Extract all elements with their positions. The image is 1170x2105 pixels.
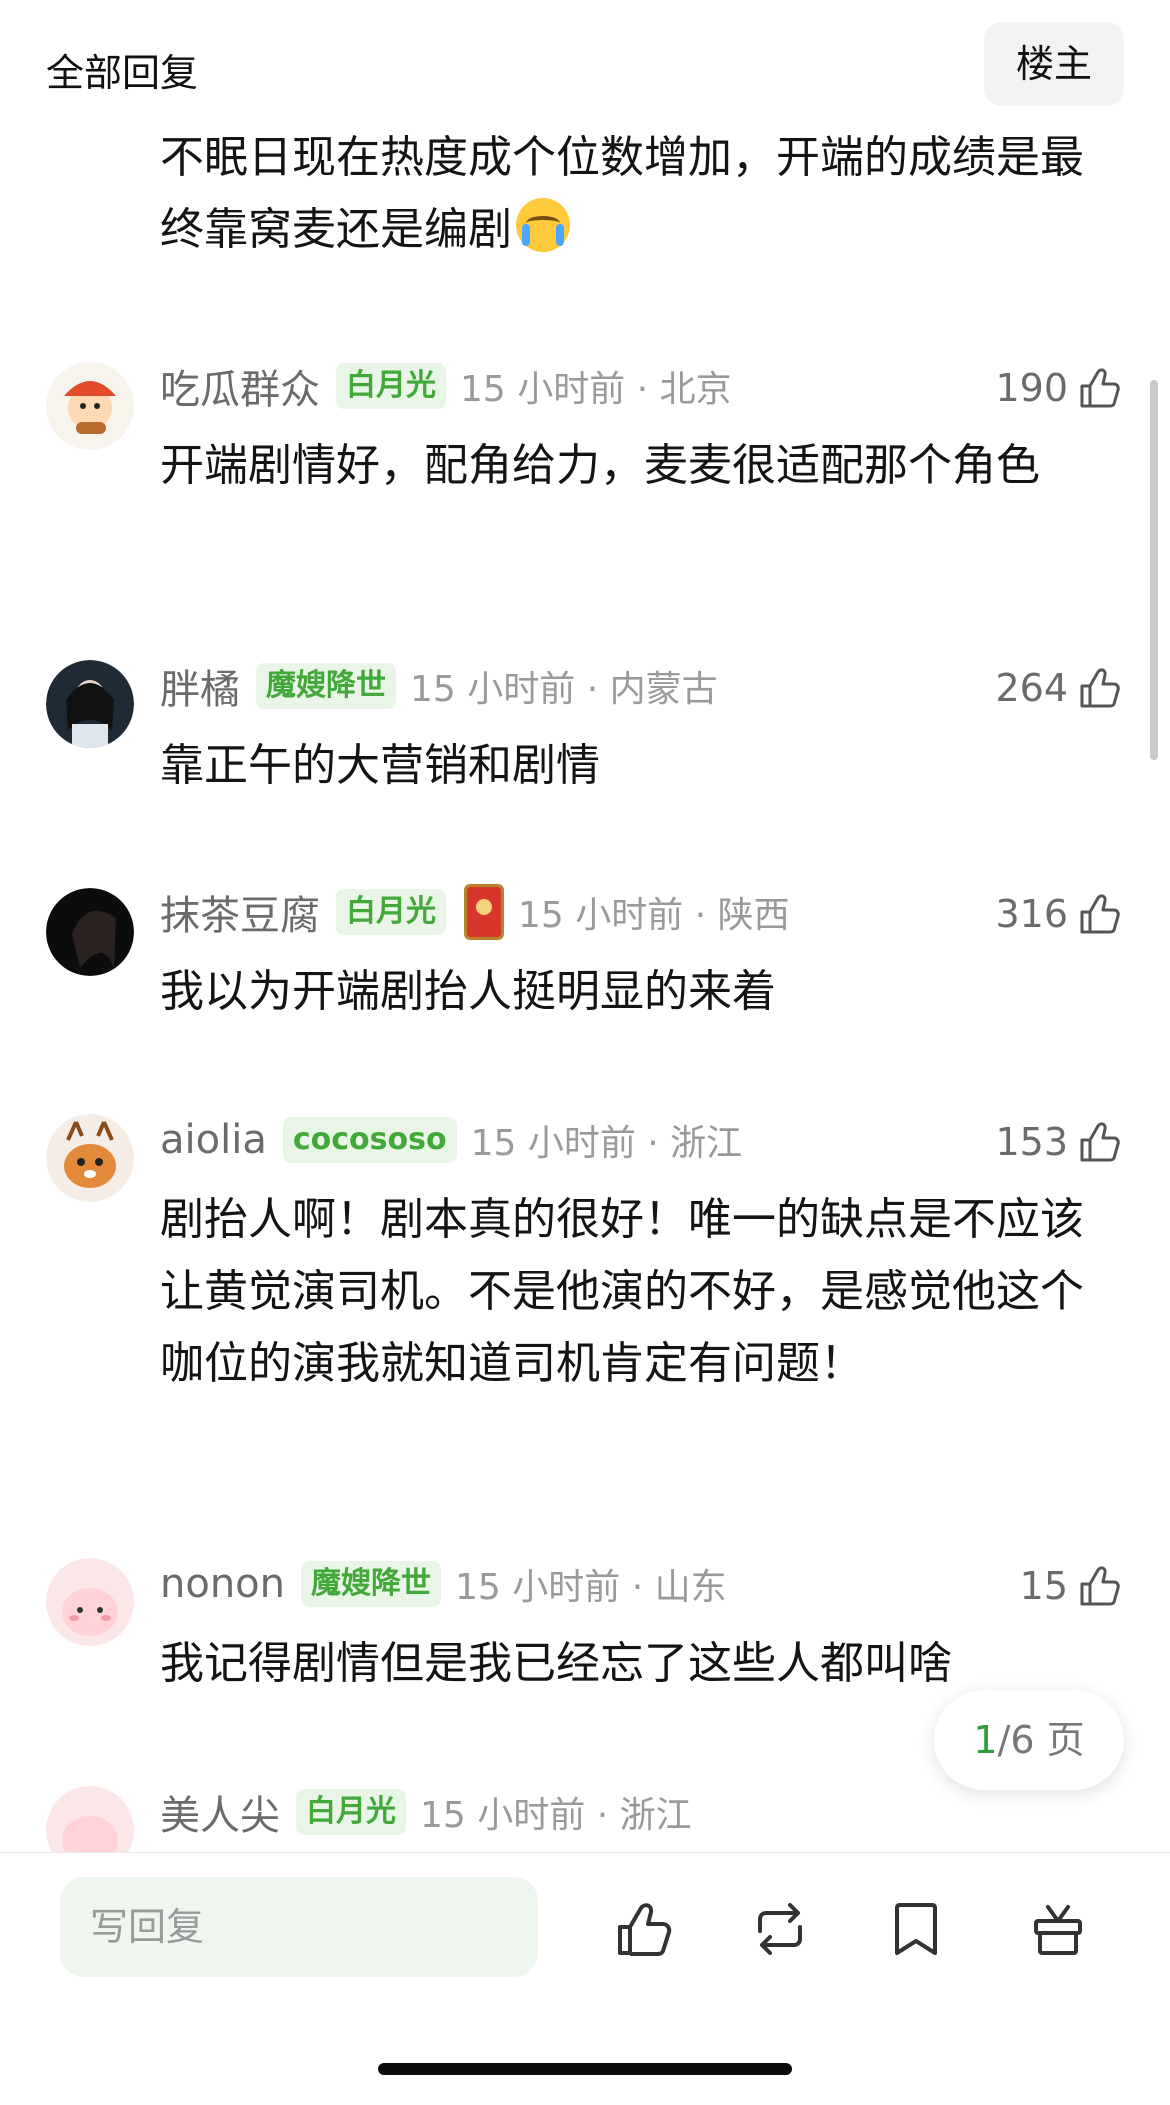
like-icon[interactable]: [612, 1897, 676, 1961]
like-control[interactable]: 190: [995, 358, 1124, 418]
thumbs-up-icon[interactable]: [1076, 1118, 1124, 1166]
page-indicator[interactable]: 1/6 页: [934, 1690, 1124, 1790]
comment-text: 开端剧情好，配角给力，麦麦很适配那个角色: [160, 440, 1040, 491]
total-pages: /6 页: [997, 1718, 1085, 1762]
timestamp-location: 15 小时前 · 浙江: [470, 1123, 743, 1164]
comment-meta: 吃瓜群众 白月光 15 小时前 · 北京: [160, 356, 732, 416]
comment-text: 我记得剧情但是我已经忘了这些人都叫啥: [160, 1638, 952, 1689]
comment-meta: 抹茶豆腐 白月光 15 小时前 · 陕西: [160, 882, 790, 942]
like-count: 153: [995, 1120, 1068, 1164]
medal-icon[interactable]: [464, 884, 504, 940]
bookmark-icon[interactable]: [884, 1897, 948, 1961]
comment-text: 靠正午的大营销和剧情: [160, 740, 600, 791]
comment-text-content: 不眠日现在热度成个位数增加，开端的成绩是最终靠窝麦还是编剧: [160, 132, 1084, 255]
home-indicator: [378, 2063, 792, 2075]
avatar[interactable]: [46, 660, 134, 748]
owner-only-button[interactable]: 楼主: [984, 22, 1124, 106]
comment-text: 不眠日现在热度成个位数增加，开端的成绩是最终靠窝麦还是编剧: [160, 122, 1100, 266]
thumbs-up-icon[interactable]: [1076, 664, 1124, 712]
fan-badge[interactable]: 白月光: [336, 363, 446, 409]
avatar[interactable]: [46, 1558, 134, 1646]
comment-meta: aiolia cocososo 15 小时前 · 浙江: [160, 1110, 742, 1170]
bottom-action-bar: 写回复: [0, 1852, 1170, 2105]
avatar[interactable]: [46, 1114, 134, 1202]
username[interactable]: nonon: [160, 1561, 285, 1607]
like-count: 264: [995, 666, 1068, 710]
reply-input[interactable]: 写回复: [60, 1877, 538, 1977]
like-control[interactable]: 15: [1020, 1556, 1124, 1616]
username[interactable]: 胖橘: [160, 657, 240, 715]
timestamp-location: 15 小时前 · 山东: [455, 1567, 727, 1608]
thumbs-up-icon[interactable]: [1076, 890, 1124, 938]
fan-badge[interactable]: 魔嫂降世: [256, 663, 396, 709]
comment-text: 我以为开端剧抬人挺明显的来着: [160, 966, 776, 1017]
username[interactable]: 抹茶豆腐: [160, 883, 320, 941]
fan-badge[interactable]: 白月光: [336, 889, 446, 935]
fan-badge[interactable]: 白月光: [296, 1789, 406, 1835]
gift-icon[interactable]: [1026, 1897, 1090, 1961]
timestamp-location: 15 小时前 · 陕西: [518, 895, 790, 936]
avatar[interactable]: [46, 888, 134, 976]
thumbs-up-icon[interactable]: [1076, 364, 1124, 412]
like-count: 190: [995, 366, 1068, 410]
like-count: 316: [995, 892, 1068, 936]
timestamp-location: 15 小时前 · 浙江: [420, 1795, 692, 1836]
thumbs-up-icon[interactable]: [1076, 1562, 1124, 1610]
like-control[interactable]: 264: [995, 658, 1124, 718]
comment-meta: 美人尖 白月光 15 小时前 · 浙江: [160, 1782, 692, 1842]
repost-icon[interactable]: [748, 1897, 812, 1961]
username[interactable]: 吃瓜群众: [160, 357, 320, 415]
like-count: 15: [1019, 1564, 1068, 1608]
like-control[interactable]: 316: [995, 884, 1124, 944]
avatar[interactable]: [46, 362, 134, 450]
like-control[interactable]: 153: [995, 1112, 1124, 1172]
fan-badge[interactable]: cocososo: [282, 1117, 457, 1163]
username[interactable]: aiolia: [160, 1117, 267, 1163]
timestamp-location: 15 小时前 · 北京: [460, 369, 732, 410]
crying-face-emoji-icon: [516, 198, 570, 252]
timestamp-location: 15 小时前 · 内蒙古: [410, 669, 718, 710]
scrollbar[interactable]: [1150, 380, 1158, 760]
comment-meta: nonon 魔嫂降世 15 小时前 · 山东: [160, 1554, 727, 1614]
current-page: 1: [973, 1718, 998, 1762]
comment-meta: 胖橘 魔嫂降世 15 小时前 · 内蒙古: [160, 656, 718, 716]
header-bar: 全部回复 楼主: [0, 0, 1170, 128]
username[interactable]: 美人尖: [160, 1783, 280, 1841]
comment-text: 剧抬人啊！剧本真的很好！唯一的缺点是不应该让黄觉演司机。不是他演的不好，是感觉他…: [160, 1194, 1084, 1389]
fan-badge[interactable]: 魔嫂降世: [301, 1561, 441, 1607]
page-title: 全部回复: [46, 51, 199, 95]
